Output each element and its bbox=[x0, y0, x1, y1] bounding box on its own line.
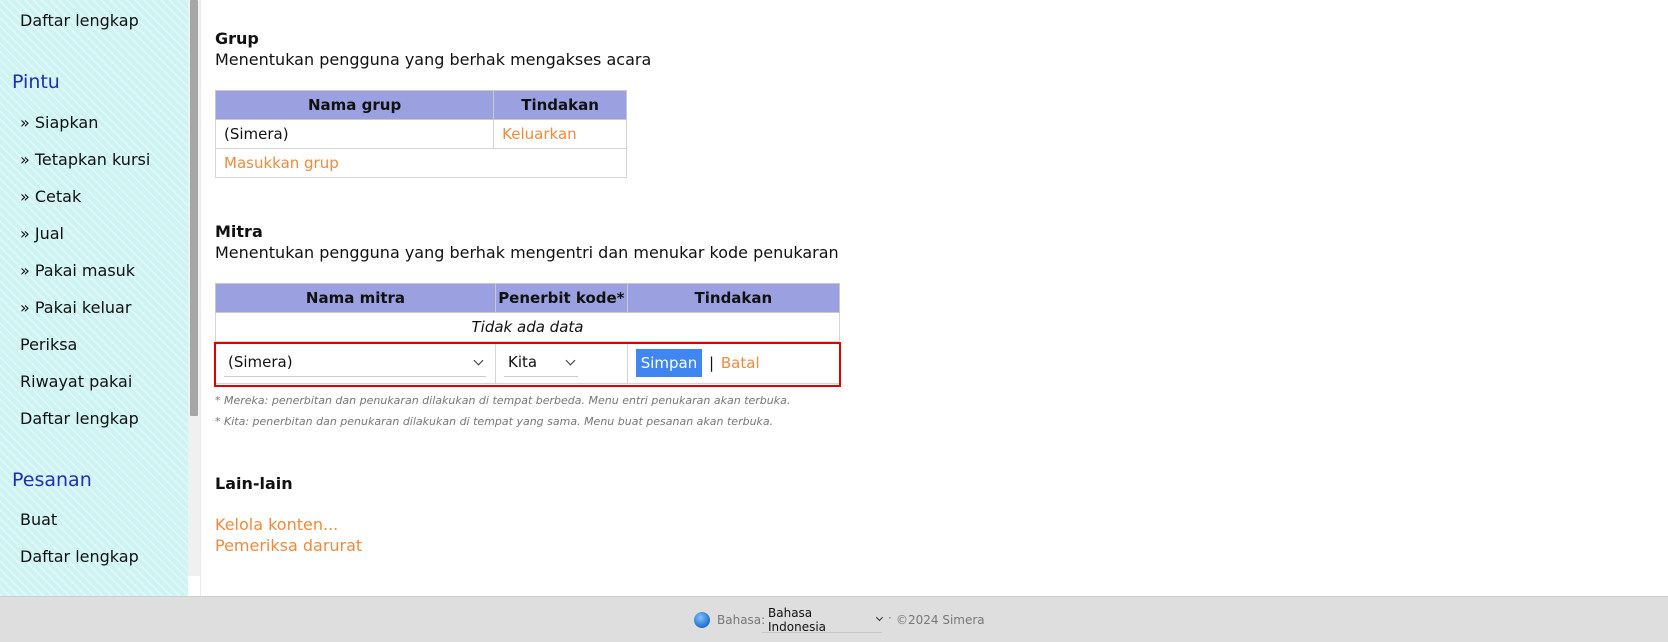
keluarkan-link[interactable]: Keluarkan bbox=[502, 125, 576, 143]
sidebar-item-jual[interactable]: » Jual bbox=[20, 224, 64, 243]
highlight-box bbox=[214, 342, 841, 387]
sidebar-item-daftar-lengkap-top[interactable]: Daftar lengkap bbox=[20, 11, 139, 30]
note-mereka: * Mereka: penerbitan dan penukaran dilak… bbox=[215, 394, 791, 407]
sidebar-item-siapkan[interactable]: » Siapkan bbox=[20, 113, 98, 132]
mitra-title: Mitra bbox=[215, 222, 263, 241]
globe-icon bbox=[694, 612, 710, 628]
mitra-header-action: Tindakan bbox=[626, 283, 841, 313]
sidebar-item-pakai-keluar[interactable]: » Pakai keluar bbox=[20, 298, 131, 317]
mitra-description: Menentukan pengguna yang berhak mengentr… bbox=[215, 243, 839, 262]
grup-title: Grup bbox=[215, 29, 259, 48]
sidebar-item-daftar-lengkap-pintu[interactable]: Daftar lengkap bbox=[20, 409, 139, 428]
grup-header-action: Tindakan bbox=[493, 90, 627, 120]
sidebar-item-daftar-lengkap-pesanan[interactable]: Daftar lengkap bbox=[20, 547, 139, 566]
sidebar-scrollbar-thumb[interactable] bbox=[190, 0, 198, 416]
note-kita: * Kita: penerbitan dan penukaran dilakuk… bbox=[215, 415, 774, 428]
grup-table: Nama grup Tindakan (Simera) Keluarkan Ma… bbox=[214, 90, 627, 178]
language-select[interactable]: Bahasa Indonesia bbox=[762, 605, 884, 634]
sidebar-heading-pesanan: Pesanan bbox=[12, 469, 92, 491]
mitra-empty-message: Tidak ada data bbox=[215, 312, 840, 342]
sidebar-item-pakai-masuk[interactable]: » Pakai masuk bbox=[20, 261, 135, 280]
lainlain-title: Lain-lain bbox=[215, 474, 293, 493]
sidebar-divider bbox=[200, 0, 201, 596]
grup-row-name: (Simera) bbox=[214, 119, 495, 149]
footer: Bahasa: Bahasa Indonesia · ©2024 Simera bbox=[0, 596, 1668, 642]
footer-dot: · bbox=[888, 611, 892, 625]
sidebar-item-tetapkan-kursi[interactable]: » Tetapkan kursi bbox=[20, 150, 150, 169]
chevron-down-icon bbox=[876, 614, 884, 621]
table-row: (Simera) Keluarkan bbox=[214, 119, 627, 149]
language-label: Bahasa: bbox=[717, 613, 766, 627]
grup-description: Menentukan pengguna yang berhak mengakse… bbox=[215, 50, 652, 69]
sidebar-item-buat[interactable]: Buat bbox=[20, 510, 57, 529]
sidebar-item-cetak[interactable]: » Cetak bbox=[20, 187, 81, 206]
sidebar-item-periksa[interactable]: Periksa bbox=[20, 335, 77, 354]
language-select-value: Bahasa Indonesia bbox=[768, 605, 827, 634]
pemeriksa-darurat-link[interactable]: Pemeriksa darurat bbox=[215, 536, 362, 555]
sidebar: Daftar lengkap Pintu » Siapkan » Tetapka… bbox=[0, 0, 188, 596]
sidebar-item-riwayat-pakai[interactable]: Riwayat pakai bbox=[20, 372, 132, 391]
kelola-konten-link[interactable]: Kelola konten... bbox=[215, 515, 338, 534]
sidebar-heading-pintu: Pintu bbox=[12, 71, 60, 93]
masukkan-grup-link[interactable]: Masukkan grup bbox=[224, 154, 339, 172]
copyright: ©2024 Simera bbox=[896, 613, 985, 627]
mitra-header-issuer: Penerbit kode* bbox=[494, 283, 628, 313]
grup-header-name: Nama grup bbox=[214, 90, 495, 120]
mitra-header-name: Nama mitra bbox=[215, 283, 496, 313]
